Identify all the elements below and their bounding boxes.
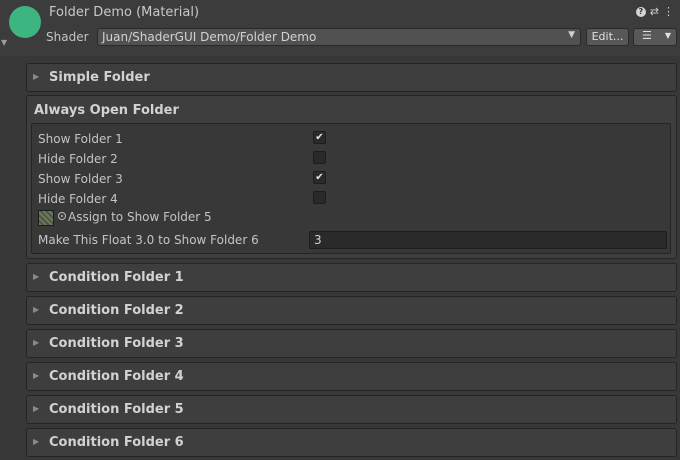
shader-dropdown-value: Juan/ShaderGUI Demo/Folder Demo (102, 30, 317, 44)
folder-condition-2[interactable]: ▶ Condition Folder 2 (26, 296, 677, 325)
folder-condition-3[interactable]: ▶ Condition Folder 3 (26, 329, 677, 358)
hide-folder-2-label: Hide Folder 2 (38, 152, 118, 166)
material-preview-thumbnail (9, 6, 41, 38)
collapsed-arrow-icon: ▶ (33, 338, 40, 347)
object-picker-icon[interactable] (58, 212, 66, 220)
shader-options-menu-button[interactable]: ☰ ▼ (633, 28, 677, 46)
folder-label: Condition Folder 3 (49, 336, 184, 351)
list-menu-icon: ☰ (642, 29, 652, 42)
header-foldout-icon[interactable]: ▼ (1, 38, 7, 47)
show-folder-1-checkbox[interactable]: ✔ (313, 131, 326, 144)
collapsed-arrow-icon: ▶ (33, 272, 40, 281)
hide-folder-4-checkbox[interactable] (313, 191, 326, 204)
show-folder-1-label: Show Folder 1 (38, 132, 123, 146)
shader-dropdown[interactable]: Juan/ShaderGUI Demo/Folder Demo ▼ (97, 28, 581, 46)
folder-label: Condition Folder 5 (49, 402, 184, 417)
folder-always-open[interactable]: Always Open Folder Show Folder 1 ✔ Hide … (26, 95, 677, 259)
texture-property-label: Assign to Show Folder 5 (68, 210, 212, 224)
material-title: Folder Demo (Material) (49, 5, 200, 20)
folder-label: Always Open Folder (34, 103, 179, 118)
collapsed-arrow-icon: ▶ (33, 437, 40, 446)
folder-condition-4[interactable]: ▶ Condition Folder 4 (26, 362, 677, 391)
settings-sliders-icon[interactable]: ⇄ (650, 5, 659, 18)
header-icons: ? ⇄ ⋮ (635, 5, 674, 18)
edit-shader-button[interactable]: Edit... (586, 28, 629, 46)
dropdown-arrow-icon: ▼ (568, 30, 575, 40)
folder-contents: Show Folder 1 ✔ Hide Folder 2 Show Folde… (31, 123, 671, 254)
folder-label: Simple Folder (49, 70, 150, 85)
hide-folder-2-checkbox[interactable] (313, 151, 326, 164)
folder-simple[interactable]: ▶ Simple Folder (26, 63, 677, 92)
kebab-menu-icon[interactable]: ⋮ (663, 5, 674, 18)
texture-slot[interactable] (38, 210, 54, 226)
folder-label: Condition Folder 4 (49, 369, 184, 384)
folder-condition-6[interactable]: ▶ Condition Folder 6 (26, 428, 677, 457)
collapsed-arrow-icon: ▶ (33, 404, 40, 413)
float-input-field[interactable]: 3 (309, 231, 667, 249)
folder-label: Condition Folder 6 (49, 435, 184, 450)
folder-condition-5[interactable]: ▶ Condition Folder 5 (26, 395, 677, 424)
show-folder-3-label: Show Folder 3 (38, 172, 123, 186)
float-input-value: 3 (314, 233, 322, 247)
collapsed-arrow-icon: ▶ (33, 305, 40, 314)
folder-label: Condition Folder 2 (49, 303, 184, 318)
material-header: ▼ Folder Demo (Material) ? ⇄ ⋮ Shader Ju… (0, 0, 680, 56)
shader-label: Shader (46, 30, 89, 44)
folder-condition-1[interactable]: ▶ Condition Folder 1 (26, 263, 677, 292)
hide-folder-4-label: Hide Folder 4 (38, 192, 118, 206)
collapsed-arrow-icon: ▶ (33, 72, 40, 81)
help-icon[interactable]: ? (635, 6, 646, 17)
float-property-label: Make This Float 3.0 to Show Folder 6 (38, 233, 259, 247)
show-folder-3-checkbox[interactable]: ✔ (313, 171, 326, 184)
dropdown-arrow-icon: ▼ (664, 31, 671, 40)
collapsed-arrow-icon: ▶ (33, 371, 40, 380)
folder-label: Condition Folder 1 (49, 270, 184, 285)
